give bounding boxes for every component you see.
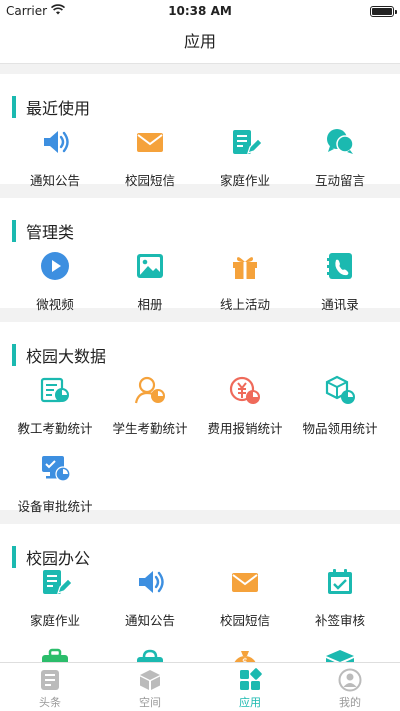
goods-stats-icon [324, 374, 356, 406]
app-item-partial[interactable] [290, 648, 390, 662]
section-management: 管理类 微视频 相册 线上活动 通讯录 [0, 198, 400, 312]
app-item-label: 相册 [137, 297, 163, 312]
expense-stats-icon [229, 374, 261, 406]
money-bag-icon: $ [229, 648, 261, 662]
staff-attendance-icon [39, 374, 71, 406]
student-attendance-icon [134, 374, 166, 406]
app-item-student-attendance[interactable]: 学生考勤统计 [100, 374, 200, 446]
app-item-partial[interactable] [5, 648, 105, 662]
app-item-label: 校园短信 [124, 173, 175, 188]
status-bar: Carrier 10:38 AM [0, 0, 400, 22]
tab-label: 空间 [139, 696, 161, 709]
app-item-label: 通知公告 [124, 613, 175, 628]
app-item-label: 学生考勤统计 [112, 421, 188, 436]
section-recent: 最近使用 通知公告 校园短信 家庭作业 互动留言 [0, 74, 400, 188]
app-item-label: 费用报销统计 [207, 421, 283, 436]
app-item-label: 家庭作业 [29, 613, 80, 628]
apps-grid-icon [238, 668, 262, 692]
tab-label: 头条 [39, 696, 61, 709]
app-item-staff-attendance[interactable]: 教工考勤统计 [5, 374, 105, 446]
briefcase-green-icon [39, 648, 71, 662]
section-title: 最近使用 [26, 99, 91, 118]
homework-icon [229, 126, 261, 158]
app-item-label: 设备审批统计 [17, 499, 93, 514]
tab-headlines[interactable]: 头条 [0, 663, 100, 711]
section-accent-bar [12, 546, 16, 568]
envelope-icon [229, 566, 261, 598]
app-item-homework-office[interactable]: 家庭作业 [5, 566, 105, 638]
app-item-label: 通知公告 [29, 173, 80, 188]
app-item-contacts[interactable]: 通讯录 [290, 250, 390, 322]
app-item-label: 通讯录 [321, 297, 359, 312]
speaker-icon [134, 566, 166, 598]
app-item-message[interactable]: 互动留言 [290, 126, 390, 198]
device-approval-icon [39, 452, 71, 484]
app-item-partial[interactable] [100, 648, 200, 662]
tab-apps[interactable]: 应用 [200, 663, 300, 711]
section-header: 校园大数据 [12, 344, 106, 366]
section-title: 管理类 [26, 223, 75, 242]
section-accent-bar [12, 344, 16, 366]
section-accent-bar [12, 220, 16, 242]
section-accent-bar [12, 96, 16, 118]
section-header: 最近使用 [12, 96, 90, 118]
app-item-sms[interactable]: 校园短信 [100, 126, 200, 198]
contacts-icon [324, 250, 356, 282]
envelope-icon [134, 126, 166, 158]
app-item-label: 互动留言 [314, 173, 365, 188]
tab-space[interactable]: 空间 [100, 663, 200, 711]
speaker-icon [39, 126, 71, 158]
app-item-partial[interactable]: $ [195, 648, 295, 662]
app-grid-content[interactable]: 最近使用 通知公告 校园短信 家庭作业 互动留言 管理类 微视频 相册 线上活动… [0, 64, 400, 662]
app-item-notice-office[interactable]: 通知公告 [100, 566, 200, 638]
app-item-signin-review[interactable]: 补签审核 [290, 566, 390, 638]
bag-icon [134, 648, 166, 662]
section-header: 校园办公 [12, 546, 90, 568]
app-item-label: 校园短信 [219, 613, 270, 628]
app-item-label: 教工考勤统计 [17, 421, 93, 436]
app-item-label: 微视频 [36, 297, 74, 312]
app-item-homework[interactable]: 家庭作业 [195, 126, 295, 198]
chat-bubbles-icon [324, 126, 356, 158]
headline-icon [38, 668, 62, 692]
box-icon [324, 648, 356, 662]
play-icon [39, 250, 71, 282]
tab-label: 我的 [339, 696, 361, 709]
app-item-album[interactable]: 相册 [100, 250, 200, 322]
app-item-label: 线上活动 [219, 297, 270, 312]
cube-icon [138, 668, 162, 692]
tab-label: 应用 [239, 696, 261, 709]
app-item-device-approval[interactable]: 设备审批统计 [5, 452, 105, 524]
section-header: 管理类 [12, 220, 74, 242]
app-item-label: 物品领用统计 [302, 421, 378, 436]
page-title: 应用 [183, 32, 216, 51]
app-item-notice[interactable]: 通知公告 [5, 126, 105, 198]
app-item-label: 补签审核 [314, 613, 365, 628]
homework-icon [39, 566, 71, 598]
tab-bar: 头条 空间 应用 我的 [0, 662, 400, 711]
section-campus-data: 校园大数据 教工考勤统计 学生考勤统计 费用报销统计 物品领用统计 设备审批统计 [0, 322, 400, 514]
app-item-video[interactable]: 微视频 [5, 250, 105, 322]
section-title: 校园大数据 [26, 347, 107, 366]
gift-icon [229, 250, 261, 282]
nav-bar: 应用 [0, 22, 400, 64]
tab-profile[interactable]: 我的 [300, 663, 400, 711]
app-item-sms-office[interactable]: 校园短信 [195, 566, 295, 638]
photo-icon [134, 250, 166, 282]
calendar-check-icon [324, 566, 356, 598]
app-item-activity[interactable]: 线上活动 [195, 250, 295, 322]
app-item-goods-stats[interactable]: 物品领用统计 [290, 374, 390, 446]
profile-icon [338, 668, 362, 692]
app-item-label: 家庭作业 [219, 173, 270, 188]
section-campus-office: 校园办公 家庭作业 通知公告 校园短信 补签审核 [0, 524, 400, 662]
battery-icon [370, 6, 397, 17]
clock: 10:38 AM [168, 4, 232, 18]
app-item-expense-stats[interactable]: 费用报销统计 [195, 374, 295, 446]
